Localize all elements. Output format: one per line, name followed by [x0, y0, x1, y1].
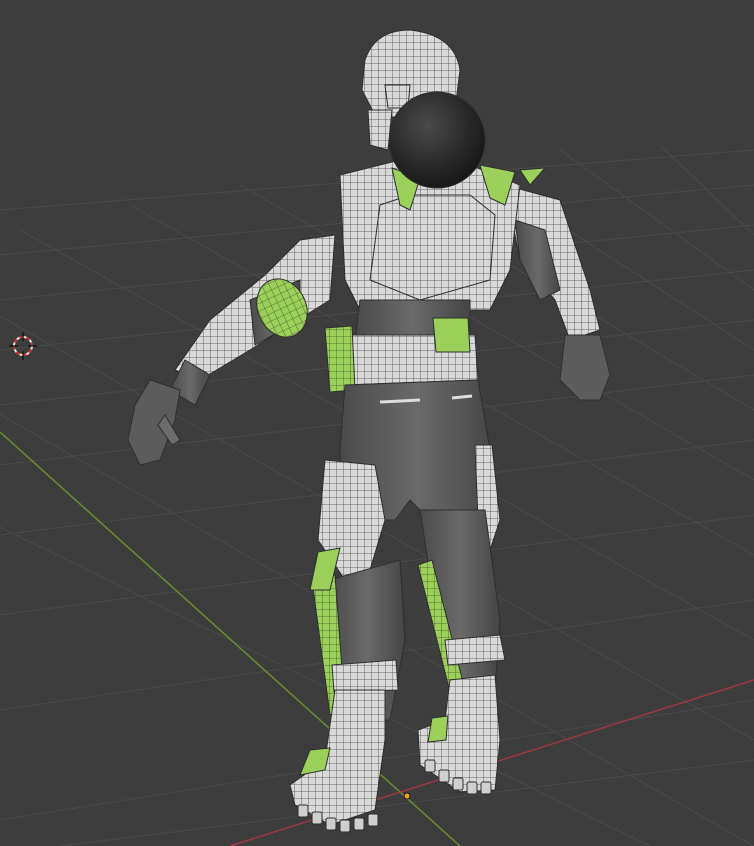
character-mesh[interactable] [127, 29, 611, 833]
belt-pouch-selected [324, 325, 356, 393]
3d-cursor-icon[interactable] [9, 332, 37, 360]
helmet-back-dome [388, 91, 486, 189]
viewport-canvas [0, 29, 754, 846]
object-origin-point [403, 792, 411, 800]
right-glove [559, 334, 611, 401]
3d-viewport[interactable] [0, 0, 754, 846]
